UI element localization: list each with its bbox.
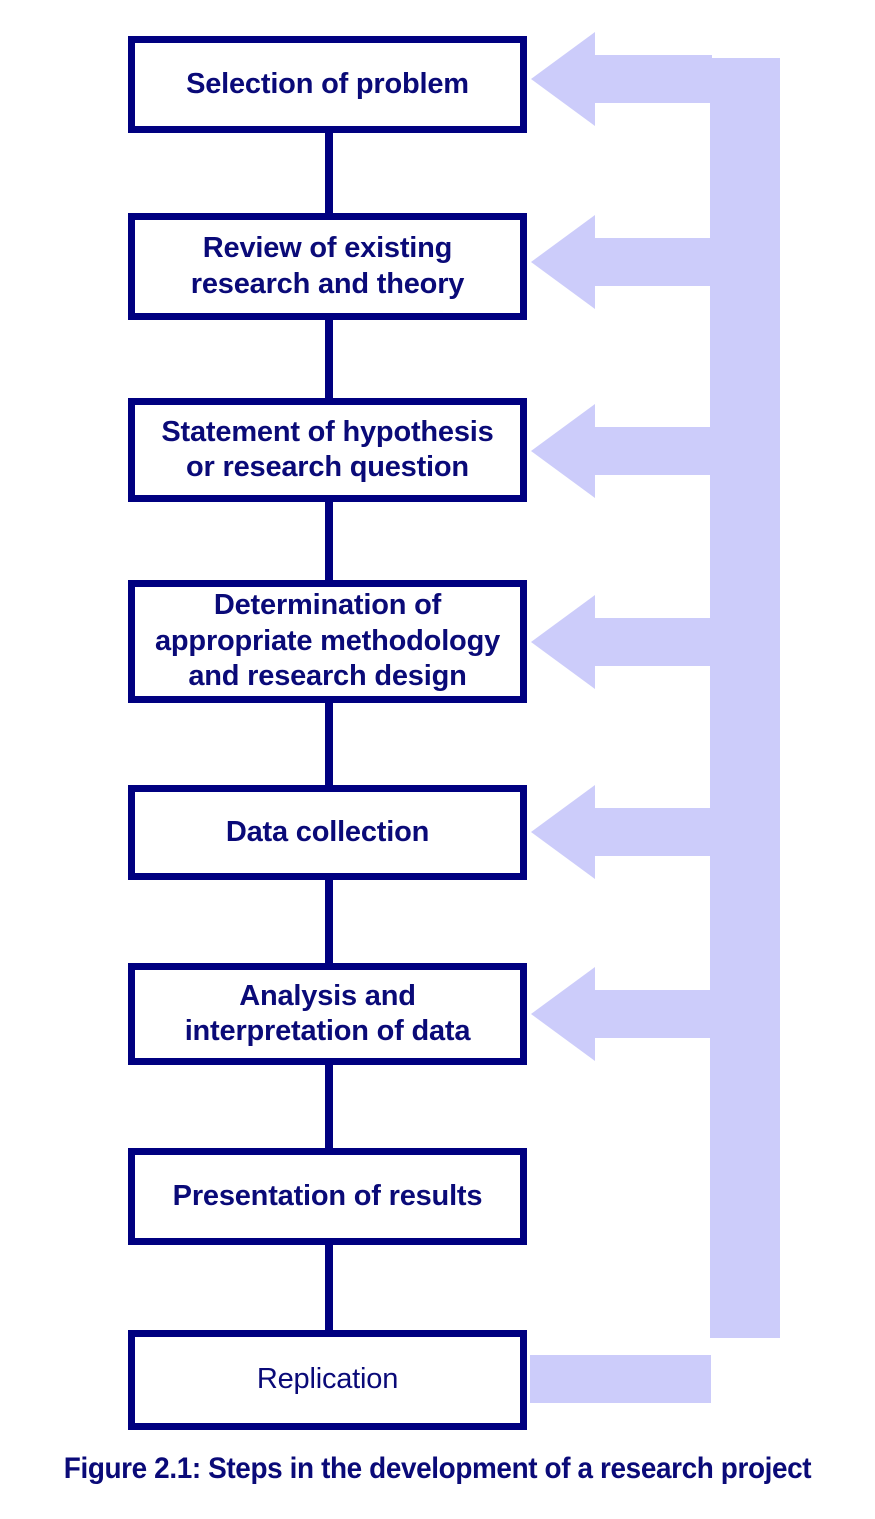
connector-1-2	[325, 126, 333, 220]
flow-node-label: Selection of problem	[186, 67, 469, 100]
connector-6-7	[325, 1058, 333, 1155]
flow-node-label: Replication	[256, 1363, 399, 1396]
connector-4-5	[325, 696, 333, 792]
connector-5-6	[325, 873, 333, 970]
feedback-arrow-3-shaft	[595, 427, 712, 475]
feedback-arrow-6-head	[531, 967, 595, 1061]
flow-node-label: Data collection	[225, 815, 430, 848]
feedback-arrow-1-shaft	[595, 55, 712, 103]
flow-node-analysis-of-data[interactable]: Analysis and interpretation of data	[128, 963, 527, 1065]
flow-node-label: Review of existing research and theory	[190, 232, 465, 300]
feedback-arrow-3-head	[531, 404, 595, 498]
flow-node-label: Determination of appropriate methodology…	[154, 589, 501, 693]
connector-3-4	[325, 495, 333, 587]
feedback-arrow-1-head	[531, 32, 595, 126]
feedback-arrow-2-head	[531, 215, 595, 309]
feedback-arrow-4-head	[531, 595, 595, 689]
flow-node-data-collection[interactable]: Data collection	[128, 785, 527, 880]
flow-node-label: Presentation of results	[172, 1179, 483, 1212]
connector-7-8	[325, 1238, 333, 1337]
flow-node-label: Statement of hypothesis or research ques…	[161, 415, 494, 483]
feedback-arrow-4-shaft	[595, 618, 712, 666]
feedback-arrow-5-head	[531, 785, 595, 879]
flow-node-replication[interactable]: Replication	[128, 1330, 527, 1430]
flow-node-review-of-research[interactable]: Review of existing research and theory	[128, 213, 527, 320]
feedback-trunk-vertical	[710, 58, 780, 1338]
flow-node-determination-of-method[interactable]: Determination of appropriate methodology…	[128, 580, 527, 703]
feedback-arrow-6-shaft	[595, 990, 712, 1038]
figure-caption: Figure 2.1: Steps in the development of …	[63, 1452, 812, 1485]
feedback-arrow-2-shaft	[595, 238, 712, 286]
flow-node-presentation-of-results[interactable]: Presentation of results	[128, 1148, 527, 1245]
connector-2-3	[325, 313, 333, 405]
flow-node-label: Analysis and interpretation of data	[184, 979, 471, 1047]
flow-node-statement-of-hypothesis[interactable]: Statement of hypothesis or research ques…	[128, 398, 527, 502]
flow-node-selection-of-problem[interactable]: Selection of problem	[128, 36, 527, 133]
feedback-return-from-replication	[530, 1355, 711, 1403]
research-process-flowchart: Selection of problem Review of existing …	[0, 0, 875, 1519]
feedback-arrow-5-shaft	[595, 808, 712, 856]
